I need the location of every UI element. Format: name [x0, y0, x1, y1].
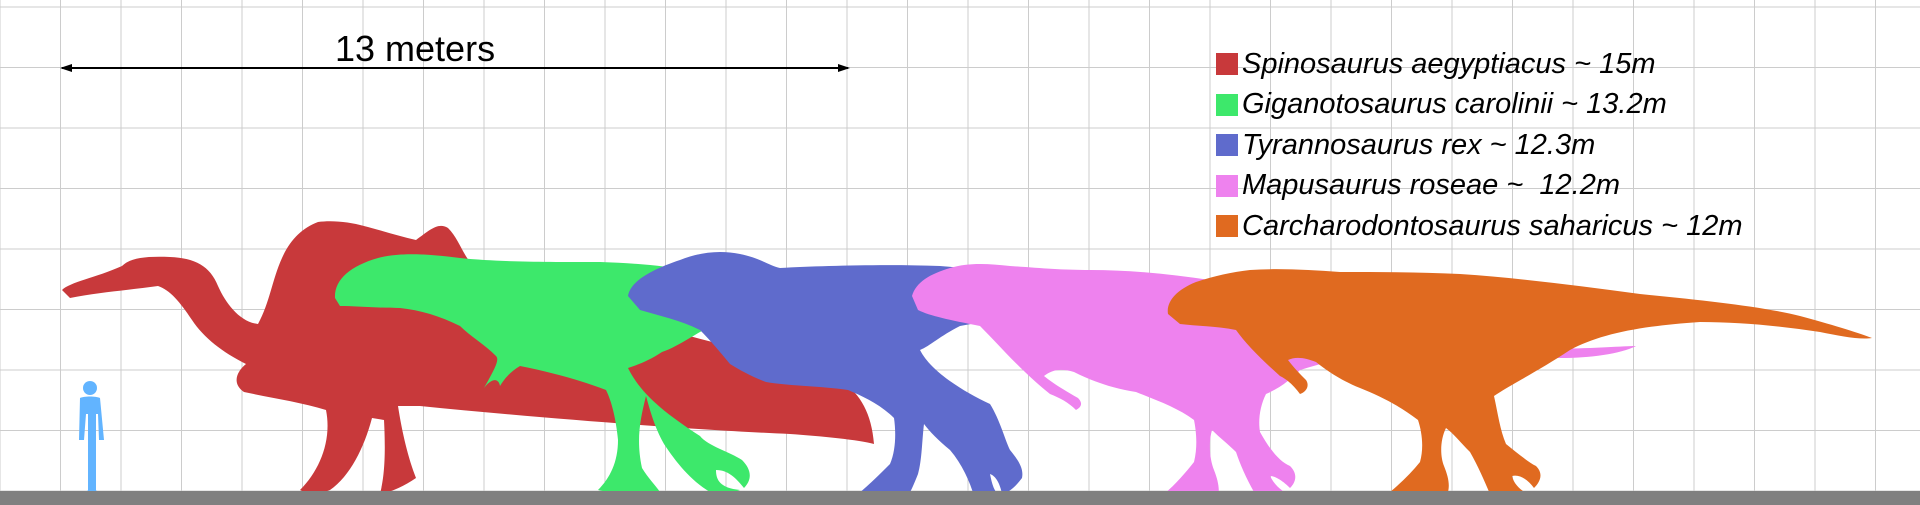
legend-swatch	[1216, 134, 1238, 157]
legend-item-tyrannosaurus: Tyrannosaurus rex ~ 12.3m	[1216, 125, 1743, 166]
legend-label: Tyrannosaurus rex ~ 12.3m	[1242, 128, 1596, 161]
legend-label: Carcharodontosaurus saharicus ~ 12m	[1242, 209, 1743, 242]
legend-item-carcharodontosaurus: Carcharodontosaurus saharicus ~ 12m	[1216, 206, 1743, 247]
ground-strip	[0, 491, 1920, 505]
legend-swatch	[1216, 93, 1238, 116]
scale-bar-label: 13 meters	[335, 28, 496, 69]
legend-swatch	[1216, 53, 1238, 76]
legend-swatch	[1216, 174, 1238, 197]
legend-item-giganotosaurus: Giganotosaurus carolinii ~ 13.2m	[1216, 85, 1743, 126]
legend: Spinosaurus aegyptiacus ~ 15m Giganotosa…	[1216, 44, 1743, 247]
legend-swatch	[1216, 215, 1238, 238]
legend-label: Mapusaurus roseae ~ 12.2m	[1242, 169, 1621, 202]
human-silhouette	[79, 381, 104, 494]
scale-bar-left-arrowhead	[60, 64, 72, 72]
legend-item-spinosaurus: Spinosaurus aegyptiacus ~ 15m	[1216, 44, 1743, 85]
legend-label: Spinosaurus aegyptiacus ~ 15m	[1242, 47, 1656, 80]
legend-label: Giganotosaurus carolinii ~ 13.2m	[1242, 88, 1667, 121]
scale-bar-right-arrowhead	[838, 64, 850, 72]
legend-item-mapusaurus: Mapusaurus roseae ~ 12.2m	[1216, 166, 1743, 207]
